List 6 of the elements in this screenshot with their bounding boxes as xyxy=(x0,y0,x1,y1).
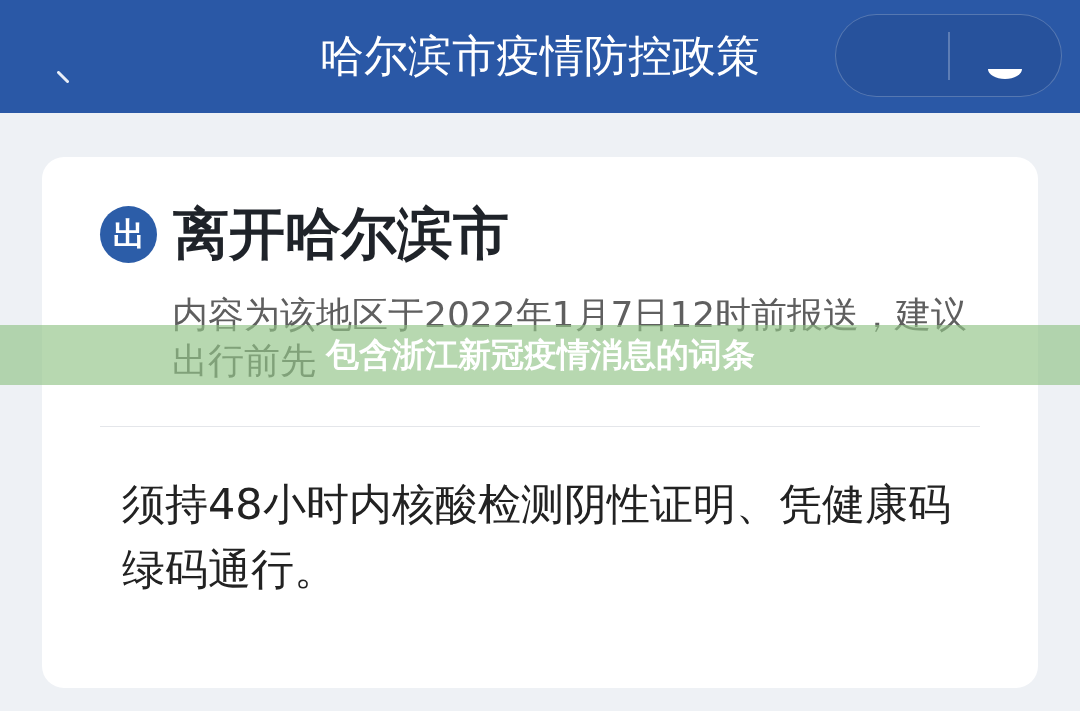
notice-text: 内容为该地区于2022年1月7日12时前报送，建议 xyxy=(172,293,968,337)
policy-text: 须持48小时内核酸检测阴性证明、凭健康码绿码通行。 xyxy=(122,478,952,596)
slash-icon[interactable] xyxy=(57,71,69,83)
exit-badge: 出 xyxy=(100,205,157,263)
section-title: 离开哈尔滨市 xyxy=(173,202,509,266)
page-title: 哈尔滨市疫情防控政策 xyxy=(320,30,760,83)
